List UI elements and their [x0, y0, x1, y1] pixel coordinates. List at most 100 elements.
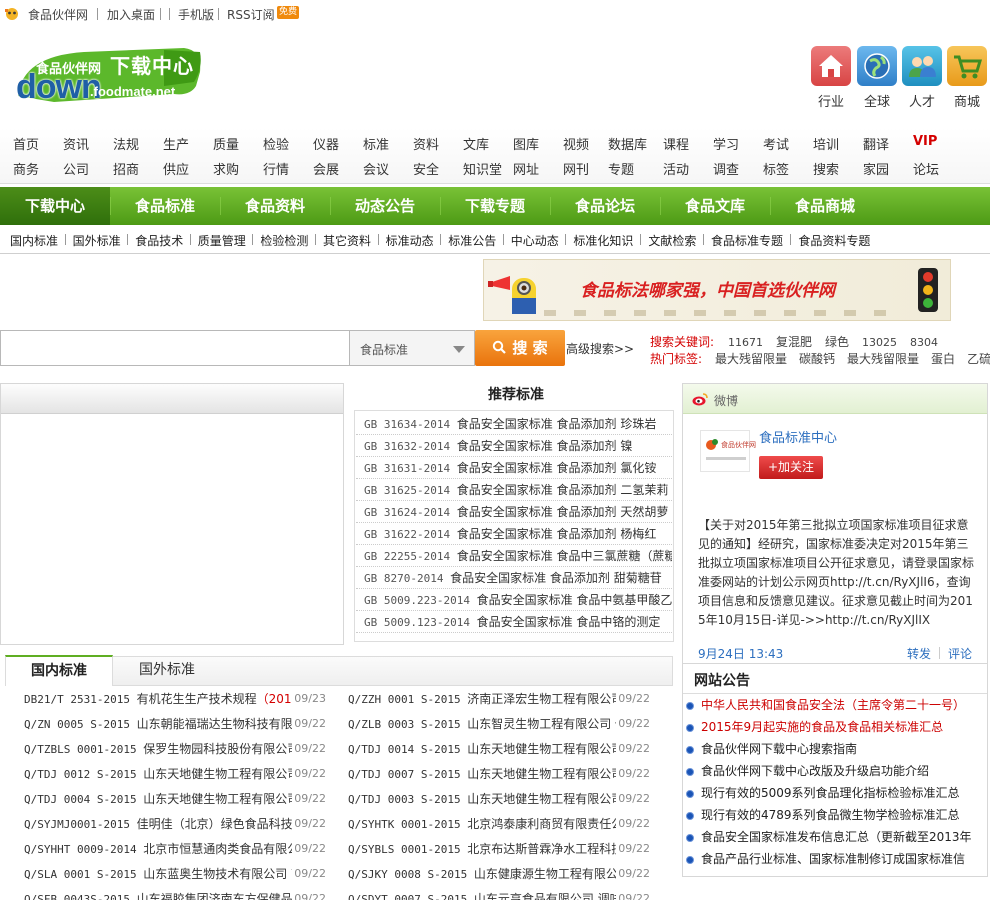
standard-row[interactable]: Q/SJKY 0008 S-2015 山东健康源生物工程有限公司 09/22: [348, 862, 650, 886]
main-nav-item[interactable]: 食品商城: [770, 187, 880, 225]
standard-row[interactable]: Q/SYHHT 0009-2014 北京市恒慧通肉类食品有限公 09/22: [24, 837, 326, 861]
channel-link[interactable]: 商务: [13, 159, 39, 178]
weibo-forward-link[interactable]: 转发: [907, 645, 931, 662]
channel-link[interactable]: 培训: [813, 134, 839, 153]
hot-tag[interactable]: 乙硫: [967, 352, 990, 366]
main-nav-item[interactable]: 动态公告: [330, 187, 440, 225]
announcement-item[interactable]: 食品安全国家标准发布信息汇总（更新截至2013年: [686, 826, 986, 848]
standard-row[interactable]: Q/SLA 0001 S-2015 山东蓝奥生物技术有限公司 南 09/22: [24, 862, 326, 886]
standard-row[interactable]: Q/ZLB 0003 S-2015 山东智灵生物工程有限公司 保 09/22: [348, 712, 650, 736]
standard-row[interactable]: Q/TZBLS 0001-2015 保罗生物园科技股份有限公司 09/22: [24, 737, 326, 761]
channel-link[interactable]: 活动: [663, 159, 689, 178]
channel-link[interactable]: 质量: [213, 134, 239, 153]
channel-link[interactable]: 标准: [363, 134, 389, 153]
recommended-item[interactable]: GB 22255-2014 食品安全国家标准 食品中三氯蔗糖（蔗糖: [356, 545, 672, 567]
search-keyword[interactable]: 绿色: [825, 335, 849, 349]
header-link-industry[interactable]: 行业: [807, 91, 855, 110]
hot-tag[interactable]: 最大残留限量: [847, 352, 919, 366]
sub-nav-item[interactable]: 国外标准: [73, 232, 121, 249]
channel-link[interactable]: 专题: [608, 159, 634, 178]
channel-link[interactable]: VIP: [913, 134, 937, 149]
recommended-item[interactable]: GB 5009.123-2014 食品安全国家标准 食品中铬的测定: [356, 611, 672, 633]
channel-link[interactable]: 文库: [463, 134, 489, 153]
search-keyword[interactable]: 13025: [862, 336, 897, 349]
announcement-item[interactable]: 现行有效的4789系列食品微生物学检验标准汇总: [686, 804, 986, 826]
sub-nav-item[interactable]: 中心动态: [511, 232, 559, 249]
mobile-link[interactable]: 手机版: [178, 6, 214, 23]
channel-link[interactable]: 搜索: [813, 159, 839, 178]
channel-link[interactable]: 调查: [713, 159, 739, 178]
sub-nav-item[interactable]: 文献检索: [648, 232, 696, 249]
main-nav-item[interactable]: 食品资料: [220, 187, 330, 225]
channel-link[interactable]: 首页: [13, 134, 39, 153]
standard-row[interactable]: Q/ZN 0005 S-2015 山东朝能福瑞达生物科技有限公司 09/22: [24, 712, 326, 736]
sub-nav-item[interactable]: 检验检测: [260, 232, 308, 249]
announcement-item[interactable]: 食品伙伴网下载中心改版及升级启功能介绍: [686, 760, 986, 782]
recommended-item[interactable]: GB 31622-2014 食品安全国家标准 食品添加剂 杨梅红: [356, 523, 672, 545]
channel-link[interactable]: 网刊: [563, 159, 589, 178]
standard-row[interactable]: Q/TDJ 0003 S-2015 山东天地健生物工程有限公司 09/22: [348, 787, 650, 811]
sub-nav-item[interactable]: 标准公告: [448, 232, 496, 249]
recommended-item[interactable]: GB 31634-2014 食品安全国家标准 食品添加剂 珍珠岩: [356, 413, 672, 435]
channel-link[interactable]: 求购: [213, 159, 239, 178]
channel-link[interactable]: 视频: [563, 134, 589, 153]
channel-link[interactable]: 家园: [863, 159, 889, 178]
standard-row[interactable]: Q/ZZH 0001 S-2015 济南正泽宏生物工程有限公司 09/22: [348, 687, 650, 711]
channel-link[interactable]: 翻译: [863, 134, 889, 153]
header-link-global[interactable]: 全球: [853, 91, 901, 110]
recommended-item[interactable]: GB 31632-2014 食品安全国家标准 食品添加剂 镍: [356, 435, 672, 457]
announcement-item[interactable]: 食品产品行业标准、国家标准制修订成国家标准信: [686, 848, 986, 870]
advanced-search-link[interactable]: 高级搜索>>: [566, 340, 634, 357]
site-name-link[interactable]: 食品伙伴网: [28, 6, 88, 23]
sub-nav-item[interactable]: 食品标准专题: [711, 232, 783, 249]
standard-row[interactable]: Q/TDJ 0007 S-2015 山东天地健生物工程有限公司 09/22: [348, 762, 650, 786]
main-nav-item[interactable]: 食品标准: [110, 187, 220, 225]
main-nav-item[interactable]: 食品文库: [660, 187, 770, 225]
recommended-item[interactable]: GB 31624-2014 食品安全国家标准 食品添加剂 天然胡萝: [356, 501, 672, 523]
channel-link[interactable]: 生产: [163, 134, 189, 153]
channel-link[interactable]: 学习: [713, 134, 739, 153]
channel-link[interactable]: 知识堂: [463, 159, 502, 178]
channel-link[interactable]: 考试: [763, 134, 789, 153]
people-icon[interactable]: [902, 46, 942, 86]
main-nav-item[interactable]: 食品论坛: [550, 187, 660, 225]
channel-link[interactable]: 招商: [113, 159, 139, 178]
standard-row[interactable]: DB21/T 2531-2015 有机花生生产技术规程（2015- 09/23: [24, 687, 326, 711]
channel-link[interactable]: 法规: [113, 134, 139, 153]
channel-link[interactable]: 网址: [513, 159, 539, 178]
channel-link[interactable]: 资料: [413, 134, 439, 153]
weibo-avatar[interactable]: 食品伙伴网: [700, 430, 756, 472]
standard-row[interactable]: Q/SFB 0043S-2015 山东福胶集团济南东方保健品有 09/22: [24, 887, 326, 900]
channel-link[interactable]: 仪器: [313, 134, 339, 153]
sub-nav-item[interactable]: 国内标准: [10, 232, 58, 249]
main-nav-item[interactable]: 下载中心: [0, 187, 110, 225]
tab-foreign-standards[interactable]: 国外标准: [113, 657, 221, 685]
header-link-mall[interactable]: 商城: [943, 91, 990, 110]
standard-row[interactable]: Q/SYBLS 0001-2015 北京布达斯普霖净水工程科技 09/22: [348, 837, 650, 861]
tab-domestic-standards[interactable]: 国内标准: [5, 655, 113, 686]
search-category-select[interactable]: 食品标准: [350, 330, 475, 366]
main-nav-item[interactable]: 下载专题: [440, 187, 550, 225]
standard-row[interactable]: Q/SDYT 0007 S-2015 山东元亨食品有限公司 调味 09/22: [348, 887, 650, 900]
search-keyword[interactable]: 复混肥: [776, 335, 812, 349]
standard-row[interactable]: Q/SYJMJ0001-2015 佳明佳（北京）绿色食品科技股 09/22: [24, 812, 326, 836]
announcement-item[interactable]: 2015年9月起实施的食品及食品相关标准汇总: [686, 716, 986, 738]
sub-nav-item[interactable]: 标准化知识: [573, 232, 633, 249]
channel-link[interactable]: 安全: [413, 159, 439, 178]
weibo-comment-link[interactable]: 评论: [948, 645, 972, 662]
channel-link[interactable]: 论坛: [913, 159, 939, 178]
channel-link[interactable]: 资讯: [63, 134, 89, 153]
channel-link[interactable]: 检验: [263, 134, 289, 153]
channel-link[interactable]: 数据库: [608, 134, 647, 153]
search-input[interactable]: [0, 330, 350, 366]
sub-nav-item[interactable]: 标准动态: [386, 232, 434, 249]
hot-tag[interactable]: 蛋白: [931, 352, 955, 366]
recommended-item[interactable]: GB 31625-2014 食品安全国家标准 食品添加剂 二氢茉莉: [356, 479, 672, 501]
recommended-item[interactable]: GB 8270-2014 食品安全国家标准 食品添加剂 甜菊糖苷: [356, 567, 672, 589]
sub-nav-item[interactable]: 食品资料专题: [798, 232, 870, 249]
promo-banner[interactable]: 食品标法哪家强，中国首选伙伴网: [483, 259, 951, 321]
sub-nav-item[interactable]: 质量管理: [198, 232, 246, 249]
add-desktop-link[interactable]: 加入桌面: [107, 6, 155, 23]
search-button[interactable]: 搜 索: [475, 330, 565, 366]
standard-row[interactable]: Q/TDJ 0012 S-2015 山东天地健生物工程有限公司 09/22: [24, 762, 326, 786]
